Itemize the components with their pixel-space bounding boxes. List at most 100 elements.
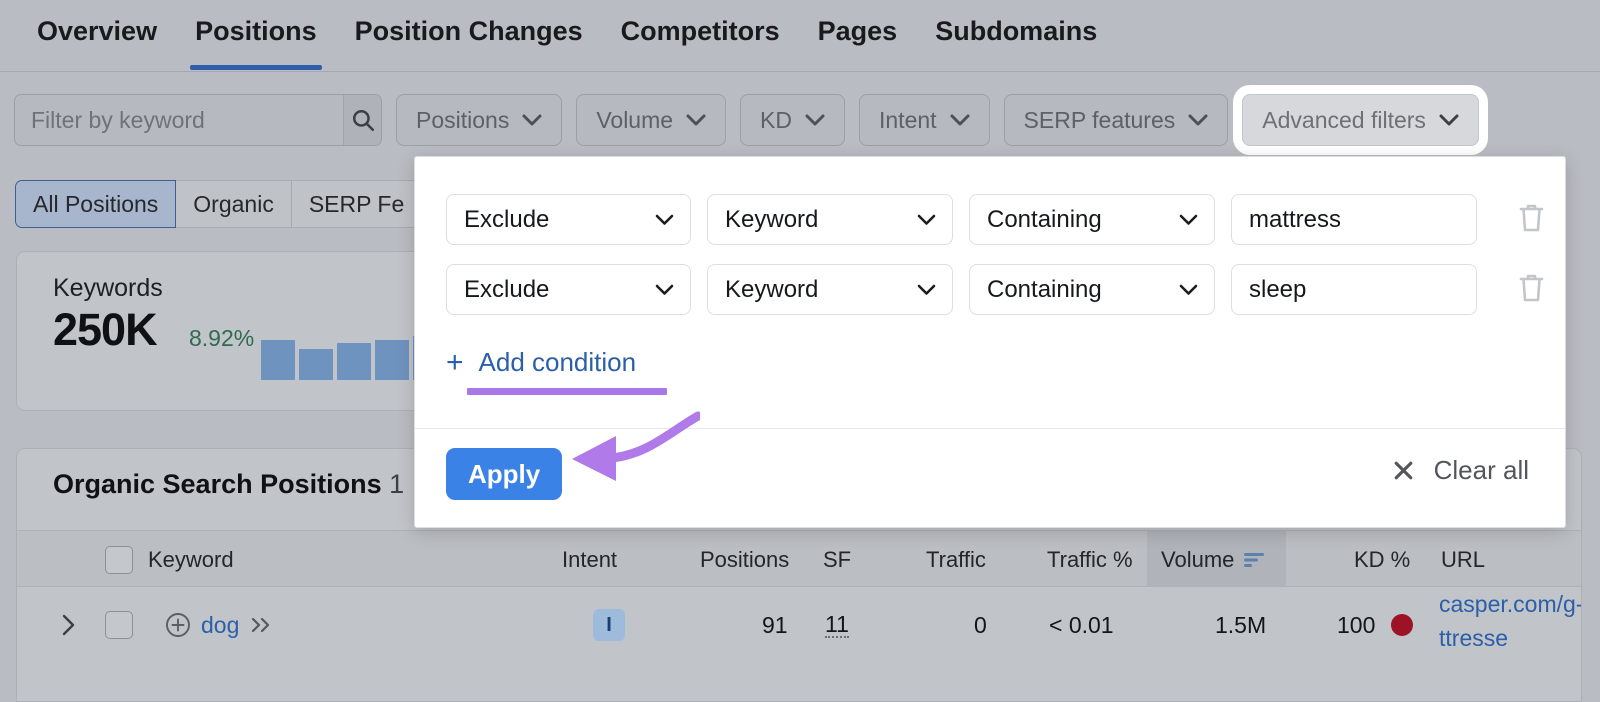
filter-chip-advanced-filters[interactable]: Advanced filters: [1242, 94, 1479, 146]
tab-organic[interactable]: Organic: [176, 180, 292, 228]
nav-tab-subdomains[interactable]: Subdomains: [916, 14, 1116, 70]
filter-chip-intent-label: Intent: [879, 106, 937, 133]
row-url-link[interactable]: casper.com/g-mattresse: [1439, 587, 1581, 655]
positions-count: 1: [389, 469, 405, 499]
filter-chip-volume[interactable]: Volume: [576, 94, 727, 146]
chevron-down-icon: [917, 284, 936, 295]
chevron-down-icon: [522, 114, 542, 125]
row-expand-button[interactable]: [61, 587, 77, 663]
condition-operator-value-1: Containing: [987, 205, 1102, 233]
add-condition-button[interactable]: + Add condition: [446, 347, 636, 378]
search-icon: [352, 109, 374, 131]
double-chevron-right-icon[interactable]: [249, 615, 275, 635]
row-kd-cell: 100: [1337, 587, 1414, 663]
keywords-card-value: 250K: [53, 304, 158, 355]
condition-operator-select-1[interactable]: Containing: [969, 194, 1215, 245]
column-header-volume[interactable]: Volume: [1147, 531, 1286, 588]
row-positions-value: 91: [762, 611, 788, 638]
chevron-down-icon: [655, 214, 674, 225]
row-checkbox[interactable]: [105, 611, 133, 639]
dropdown-footer-divider: [415, 428, 1565, 429]
condition-field-select-1[interactable]: Keyword: [707, 194, 953, 245]
filter-condition-row: Exclude Keyword Containing: [446, 264, 1545, 315]
condition-operator-select-2[interactable]: Containing: [969, 264, 1215, 315]
row-volume-value: 1.5M: [1215, 611, 1267, 638]
column-header-volume-label: Volume: [1161, 546, 1235, 572]
filter-condition-row: Exclude Keyword Containing: [446, 194, 1545, 245]
condition-mode-select-1[interactable]: Exclude: [446, 194, 691, 245]
filter-chip-volume-label: Volume: [596, 106, 674, 133]
chevron-down-icon: [1179, 284, 1198, 295]
trash-icon: [1519, 274, 1544, 301]
tab-serp-features[interactable]: SERP Fe: [291, 180, 423, 228]
chevron-down-icon: [805, 114, 825, 125]
chevron-down-icon: [1439, 114, 1459, 125]
filter-chip-serp-features-label: SERP features: [1023, 106, 1176, 133]
condition-mode-value-1: Exclude: [464, 205, 550, 233]
nav-tab-overview[interactable]: Overview: [18, 14, 176, 70]
chevron-down-icon: [655, 284, 674, 295]
nav-tab-pages[interactable]: Pages: [799, 14, 917, 70]
column-header-keyword[interactable]: Keyword: [105, 531, 234, 588]
nav-tab-position-changes[interactable]: Position Changes: [336, 14, 602, 70]
filter-chip-kd-label: KD: [760, 106, 792, 133]
clear-all-button[interactable]: Clear all: [1391, 455, 1529, 486]
condition-value-input-1[interactable]: [1231, 194, 1477, 245]
delete-condition-button-2[interactable]: [1518, 272, 1545, 308]
table-row: dog I 91 11 0 < 0.01 1.5M 100 casper.com…: [17, 587, 1581, 701]
column-header-intent[interactable]: Intent: [562, 531, 617, 588]
row-checkbox-cell[interactable]: [105, 587, 133, 663]
clear-all-label: Clear all: [1433, 455, 1529, 485]
kd-difficulty-dot-icon: [1391, 614, 1414, 636]
filter-chip-positions[interactable]: Positions: [396, 94, 563, 146]
search-button[interactable]: [343, 95, 381, 145]
row-traffic-percent-value: < 0.01: [1049, 611, 1114, 638]
column-header-url[interactable]: URL: [1441, 531, 1485, 588]
delete-condition-button-1[interactable]: [1518, 202, 1545, 238]
row-traffic-value: 0: [974, 611, 987, 638]
row-intent-cell[interactable]: I: [593, 587, 625, 663]
column-header-kd-percent[interactable]: KD %: [1354, 531, 1410, 588]
column-header-traffic-percent[interactable]: Traffic %: [1047, 531, 1133, 588]
nav-tab-competitors[interactable]: Competitors: [602, 14, 799, 70]
condition-field-value-2: Keyword: [725, 275, 819, 303]
plus-circle-icon[interactable]: [165, 612, 191, 638]
row-sf-cell[interactable]: 11: [825, 587, 849, 663]
row-kd-value: 100: [1337, 611, 1376, 638]
keywords-card-title: Keywords: [53, 274, 163, 302]
filter-toolbar: Positions Volume KD Intent SERP features: [14, 94, 1479, 146]
search-input[interactable]: [15, 95, 343, 145]
add-condition-highlight-annotation: [467, 388, 667, 395]
select-all-checkbox[interactable]: [105, 545, 133, 574]
sparkline-bar-0: [261, 340, 295, 380]
condition-field-value-1: Keyword: [725, 205, 819, 233]
condition-field-select-2[interactable]: Keyword: [707, 264, 953, 315]
sort-descending-icon: [1244, 552, 1265, 567]
chevron-down-icon: [1188, 114, 1208, 125]
chevron-down-icon: [1179, 214, 1198, 225]
trash-icon: [1519, 204, 1544, 231]
row-keyword-link[interactable]: dog: [201, 612, 239, 639]
filter-chip-kd[interactable]: KD: [740, 94, 845, 146]
apply-button[interactable]: Apply: [446, 448, 563, 500]
condition-value-input-2[interactable]: [1231, 264, 1477, 315]
main-navigation: Overview Positions Position Changes Comp…: [0, 0, 1600, 71]
column-header-keyword-label: Keyword: [148, 546, 234, 572]
condition-mode-select-2[interactable]: Exclude: [446, 264, 691, 315]
tab-all-positions[interactable]: All Positions: [15, 180, 177, 228]
filter-chip-advanced-filters-label: Advanced filters: [1262, 106, 1426, 133]
filter-chip-positions-label: Positions: [416, 106, 510, 133]
app-root: Overview Positions Position Changes Comp…: [0, 0, 1600, 702]
column-header-traffic[interactable]: Traffic: [926, 531, 986, 588]
filter-chip-intent[interactable]: Intent: [859, 94, 990, 146]
page-title: Organic Search Positions 1: [53, 469, 404, 500]
chevron-down-icon: [686, 114, 706, 125]
keywords-card-delta: 8.92%: [189, 325, 255, 351]
column-header-sf[interactable]: SF: [823, 531, 851, 588]
column-header-positions[interactable]: Positions: [700, 531, 789, 588]
nav-tab-positions[interactable]: Positions: [176, 14, 336, 70]
add-condition-label: Add condition: [478, 347, 637, 377]
keyword-filter-search[interactable]: [14, 94, 382, 146]
filter-chip-serp-features[interactable]: SERP features: [1003, 94, 1229, 146]
row-keyword-cell: dog: [165, 587, 275, 663]
